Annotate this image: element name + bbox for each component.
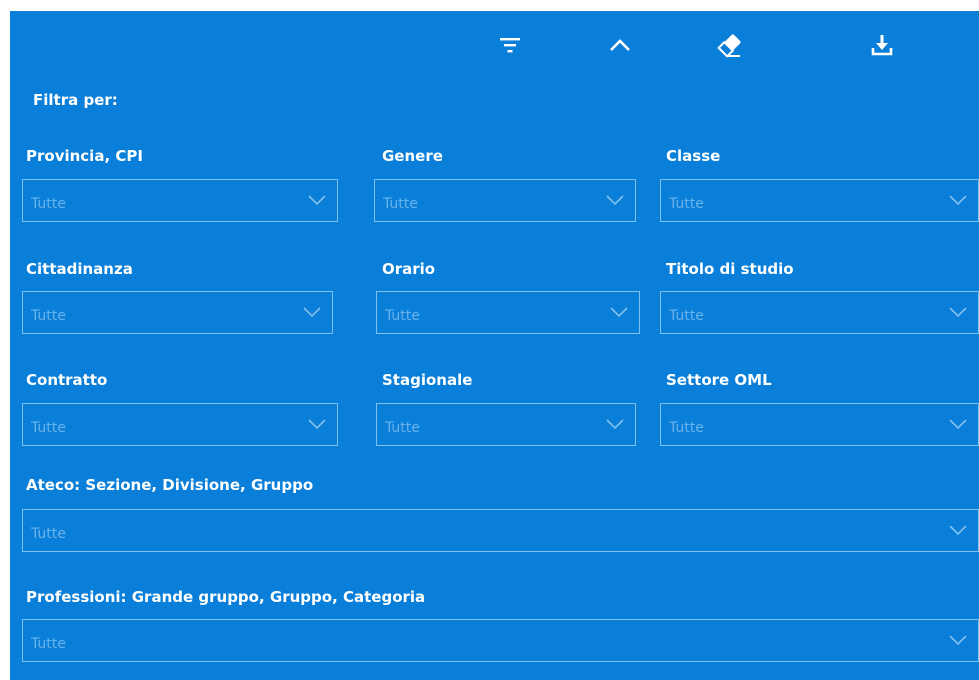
chevron-down-icon bbox=[308, 419, 326, 430]
professioni-label: Professioni: Grande gruppo, Gruppo, Cate… bbox=[26, 588, 426, 606]
download-icon[interactable] bbox=[862, 25, 902, 65]
ateco-value: Tutte bbox=[31, 526, 66, 542]
chevron-down-icon bbox=[949, 195, 967, 206]
chevron-down-icon bbox=[606, 195, 624, 206]
professioni-value: Tutte bbox=[31, 636, 66, 652]
provincia-label: Provincia, CPI bbox=[26, 147, 143, 165]
classe-value: Tutte bbox=[669, 196, 704, 212]
titolo-value: Tutte bbox=[669, 308, 704, 324]
chevron-up-icon[interactable] bbox=[600, 25, 640, 65]
stagionale-dropdown[interactable]: Tutte bbox=[376, 403, 636, 446]
contratto-value: Tutte bbox=[31, 420, 66, 436]
contratto-dropdown[interactable]: Tutte bbox=[22, 403, 338, 446]
chevron-down-icon bbox=[308, 195, 326, 206]
orario-value: Tutte bbox=[385, 308, 420, 324]
stagionale-value: Tutte bbox=[385, 420, 420, 436]
genere-value: Tutte bbox=[383, 196, 418, 212]
cittadinanza-dropdown[interactable]: Tutte bbox=[22, 291, 333, 334]
filter-header: Filtra per: bbox=[33, 91, 118, 109]
professioni-dropdown[interactable]: Tutte bbox=[22, 619, 979, 662]
ateco-label: Ateco: Sezione, Divisione, Gruppo bbox=[26, 476, 314, 494]
ateco-dropdown[interactable]: Tutte bbox=[22, 509, 979, 552]
chevron-down-icon bbox=[949, 419, 967, 430]
chevron-down-icon bbox=[949, 525, 967, 536]
classe-dropdown[interactable]: Tutte bbox=[660, 179, 979, 222]
chevron-down-icon bbox=[949, 307, 967, 318]
stagionale-label: Stagionale bbox=[382, 371, 473, 389]
classe-label: Classe bbox=[666, 147, 721, 165]
chevron-down-icon bbox=[610, 307, 628, 318]
chevron-down-icon bbox=[303, 307, 321, 318]
orario-label: Orario bbox=[382, 260, 436, 278]
contratto-label: Contratto bbox=[26, 371, 108, 389]
provincia-value: Tutte bbox=[31, 196, 66, 212]
eraser-icon[interactable] bbox=[710, 25, 750, 65]
settore-label: Settore OML bbox=[666, 371, 772, 389]
orario-dropdown[interactable]: Tutte bbox=[376, 291, 640, 334]
titolo-dropdown[interactable]: Tutte bbox=[660, 291, 979, 334]
filter-panel: Filtra per: Provincia, CPI Tutte Genere … bbox=[10, 11, 979, 680]
genere-label: Genere bbox=[382, 147, 443, 165]
titolo-label: Titolo di studio bbox=[666, 260, 794, 278]
genere-dropdown[interactable]: Tutte bbox=[374, 179, 636, 222]
filter-icon[interactable] bbox=[490, 25, 530, 65]
settore-value: Tutte bbox=[669, 420, 704, 436]
chevron-down-icon bbox=[949, 635, 967, 646]
cittadinanza-value: Tutte bbox=[31, 308, 66, 324]
cittadinanza-label: Cittadinanza bbox=[26, 260, 133, 278]
chevron-down-icon bbox=[606, 419, 624, 430]
provincia-dropdown[interactable]: Tutte bbox=[22, 179, 338, 222]
settore-dropdown[interactable]: Tutte bbox=[660, 403, 979, 446]
